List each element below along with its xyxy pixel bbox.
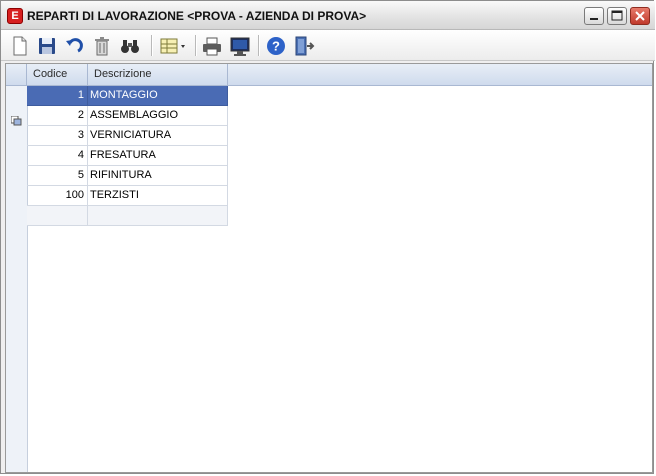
cell-codice[interactable] — [27, 206, 88, 226]
toolbar-separator — [151, 35, 153, 56]
monitor-icon — [230, 37, 250, 56]
cell-descrizione[interactable]: VERNICIATURA — [88, 126, 228, 146]
cell-descrizione[interactable]: RIFINITURA — [88, 166, 228, 186]
save-icon — [39, 38, 55, 54]
table-row[interactable]: 100 TERZISTI — [27, 186, 228, 206]
cell-descrizione[interactable]: ASSEMBLAGGIO — [88, 106, 228, 126]
app-window: E REPARTI DI LAVORAZIONE <PROVA - AZIEND… — [0, 0, 655, 474]
cell-descrizione[interactable]: MONTAGGIO — [88, 86, 228, 106]
help-button[interactable]: ? — [265, 35, 287, 57]
cell-codice[interactable]: 1 — [27, 86, 88, 106]
maximize-icon — [611, 10, 623, 21]
columns-icon — [160, 38, 185, 54]
current-row-indicator-icon — [11, 116, 22, 126]
table-row[interactable]: 1 MONTAGGIO — [27, 86, 228, 106]
find-button[interactable] — [119, 35, 141, 57]
window-title: REPARTI DI LAVORAZIONE <PROVA - AZIENDA … — [27, 9, 367, 23]
undo-icon — [66, 38, 83, 53]
new-document-button[interactable] — [9, 35, 31, 57]
cell-codice[interactable]: 5 — [27, 166, 88, 186]
cell-codice[interactable]: 2 — [27, 106, 88, 126]
column-header-codice[interactable]: Codice — [27, 64, 88, 85]
header-corner[interactable] — [6, 64, 27, 85]
minimize-button[interactable] — [584, 7, 604, 25]
close-icon — [635, 11, 645, 21]
save-button[interactable] — [36, 35, 58, 57]
table-row[interactable]: 3 VERNICIATURA — [27, 126, 228, 146]
column-header-descrizione[interactable]: Descrizione — [88, 64, 228, 85]
help-icon: ? — [267, 37, 285, 55]
grid-header: Codice Descrizione — [6, 64, 652, 86]
trash-icon — [95, 37, 109, 56]
cell-descrizione[interactable] — [88, 206, 228, 226]
cell-codice[interactable]: 100 — [27, 186, 88, 206]
print-button[interactable] — [201, 35, 223, 57]
columns-dropdown-button[interactable] — [159, 35, 189, 57]
exit-door-icon — [295, 36, 315, 56]
app-logo-icon[interactable]: E — [7, 8, 23, 24]
grid-panel: Codice Descrizione 1 MONTAGGIO 2 ASSEMBL… — [5, 63, 653, 473]
printer-icon — [203, 37, 221, 56]
table-row[interactable]: 4 FRESATURA — [27, 146, 228, 166]
cell-descrizione[interactable]: FRESATURA — [88, 146, 228, 166]
table-row[interactable]: 5 RIFINITURA — [27, 166, 228, 186]
toolbar-separator — [258, 35, 260, 56]
maximize-button[interactable] — [607, 7, 627, 25]
exit-button[interactable] — [293, 35, 315, 57]
new-row[interactable] — [27, 206, 228, 226]
binoculars-icon — [121, 40, 139, 53]
table-row[interactable]: 2 ASSEMBLAGGIO — [27, 106, 228, 126]
toolbar: ? — [1, 30, 655, 61]
new-document-icon — [13, 36, 27, 56]
toolbar-separator — [195, 35, 197, 56]
undo-button[interactable] — [63, 35, 85, 57]
close-button[interactable] — [630, 7, 650, 25]
cell-codice[interactable]: 3 — [27, 126, 88, 146]
cell-codice[interactable]: 4 — [27, 146, 88, 166]
minimize-icon — [590, 18, 598, 20]
chevron-down-icon — [181, 45, 185, 48]
title-bar[interactable]: E REPARTI DI LAVORAZIONE <PROVA - AZIEND… — [1, 1, 655, 30]
cell-descrizione[interactable]: TERZISTI — [88, 186, 228, 206]
delete-button[interactable] — [91, 35, 113, 57]
svg-text:?: ? — [272, 39, 280, 54]
preview-button[interactable] — [229, 35, 251, 57]
